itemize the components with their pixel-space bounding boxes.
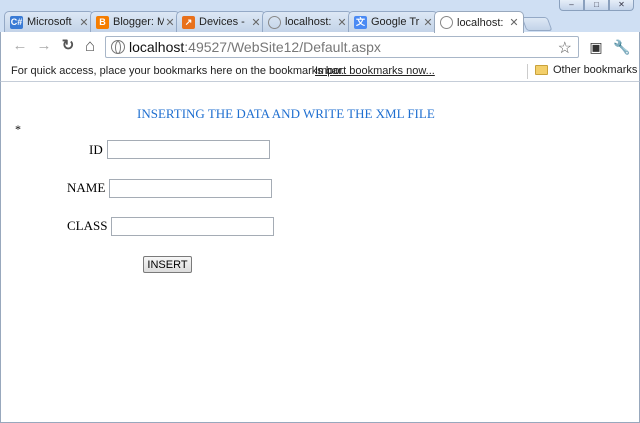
id-label: ID <box>89 142 103 157</box>
wrench-icon[interactable]: 🔧 <box>613 38 631 56</box>
tab-close-icon[interactable]: ✕ <box>78 16 90 29</box>
tab-close-icon[interactable]: ✕ <box>508 16 520 29</box>
page-title: INSERTING THE DATA AND WRITE THE XML FIL… <box>137 106 435 121</box>
tab-close-icon[interactable]: ✕ <box>164 16 176 29</box>
name-input[interactable] <box>109 179 272 198</box>
extension-icon[interactable]: ▣ <box>587 38 605 56</box>
tab-google-translate[interactable]: 文 Google Tr ✕ <box>348 11 438 32</box>
tab-devices[interactable]: ↗ Devices - ✕ <box>176 11 266 32</box>
window-controls: – □ ✕ <box>559 0 634 11</box>
tab-strip: C# Microsoft ✕ B Blogger: M ✕ ↗ Devices … <box>4 11 564 33</box>
chart-icon: ↗ <box>182 15 195 29</box>
tab-close-icon[interactable]: ✕ <box>422 16 434 29</box>
tab-microsoft[interactable]: C# Microsoft ✕ <box>4 11 94 32</box>
url-text[interactable]: localhost:49527/WebSite12/Default.aspx <box>129 39 381 55</box>
tab-close-icon[interactable]: ✕ <box>250 16 262 29</box>
forward-arrow-icon[interactable]: → <box>35 37 53 55</box>
class-label: CLASS <box>67 218 108 233</box>
reload-icon[interactable]: ↻ <box>59 37 77 55</box>
tab-blogger[interactable]: B Blogger: M ✕ <box>90 11 180 32</box>
browser-toolbar: ← → ↻ ⌂ localhost:49527/WebSite12/Defaul… <box>0 32 640 61</box>
tab-label: localhost: <box>285 16 332 28</box>
tab-label: Google Tr <box>371 16 420 28</box>
translate-icon: 文 <box>354 15 367 29</box>
new-tab-button[interactable] <box>521 17 553 31</box>
bookmarks-bar: For quick access, place your bookmarks h… <box>0 61 640 82</box>
maximize-button[interactable]: □ <box>584 0 609 11</box>
tab-localhost-active[interactable]: localhost: ✕ <box>434 11 524 33</box>
bookmark-star-icon[interactable]: ☆ <box>558 38 572 58</box>
class-input[interactable] <box>111 217 274 236</box>
bookmarks-prompt: For quick access, place your bookmarks h… <box>11 65 345 77</box>
csharp-icon: C# <box>10 15 23 29</box>
tab-label: Blogger: M <box>113 16 164 28</box>
url-path: :49527/WebSite12/Default.aspx <box>184 39 381 55</box>
browser-window: – □ ✕ C# Microsoft ✕ B Blogger: M ✕ ↗ De… <box>0 0 640 423</box>
tab-close-icon[interactable]: ✕ <box>336 16 348 29</box>
asterisk-marker: * <box>15 122 21 136</box>
globe-icon <box>111 40 125 54</box>
tab-localhost-1[interactable]: localhost: ✕ <box>262 11 352 32</box>
minimize-button[interactable]: – <box>559 0 584 11</box>
name-label: NAME <box>67 180 106 195</box>
import-bookmarks-link[interactable]: Import bookmarks now... <box>315 65 435 77</box>
globe-icon <box>440 16 453 29</box>
other-bookmarks-button[interactable]: Other bookmarks <box>535 64 637 76</box>
address-bar[interactable]: localhost:49527/WebSite12/Default.aspx ☆ <box>105 36 579 58</box>
tab-label: Devices - <box>199 16 245 28</box>
other-bookmarks-label: Other bookmarks <box>553 64 638 76</box>
insert-button[interactable]: INSERT <box>143 256 192 273</box>
id-input[interactable] <box>107 140 270 159</box>
tab-label: Microsoft <box>27 16 72 28</box>
blogger-icon: B <box>96 15 109 29</box>
globe-icon <box>268 15 281 29</box>
home-icon[interactable]: ⌂ <box>81 37 99 55</box>
tab-label: localhost: <box>457 16 504 29</box>
close-window-button[interactable]: ✕ <box>609 0 634 11</box>
bookmarks-divider <box>527 64 528 79</box>
page-content: INSERTING THE DATA AND WRITE THE XML FIL… <box>0 82 640 423</box>
url-host: localhost <box>129 39 185 55</box>
back-arrow-icon[interactable]: ← <box>11 37 29 55</box>
folder-icon <box>535 65 548 75</box>
